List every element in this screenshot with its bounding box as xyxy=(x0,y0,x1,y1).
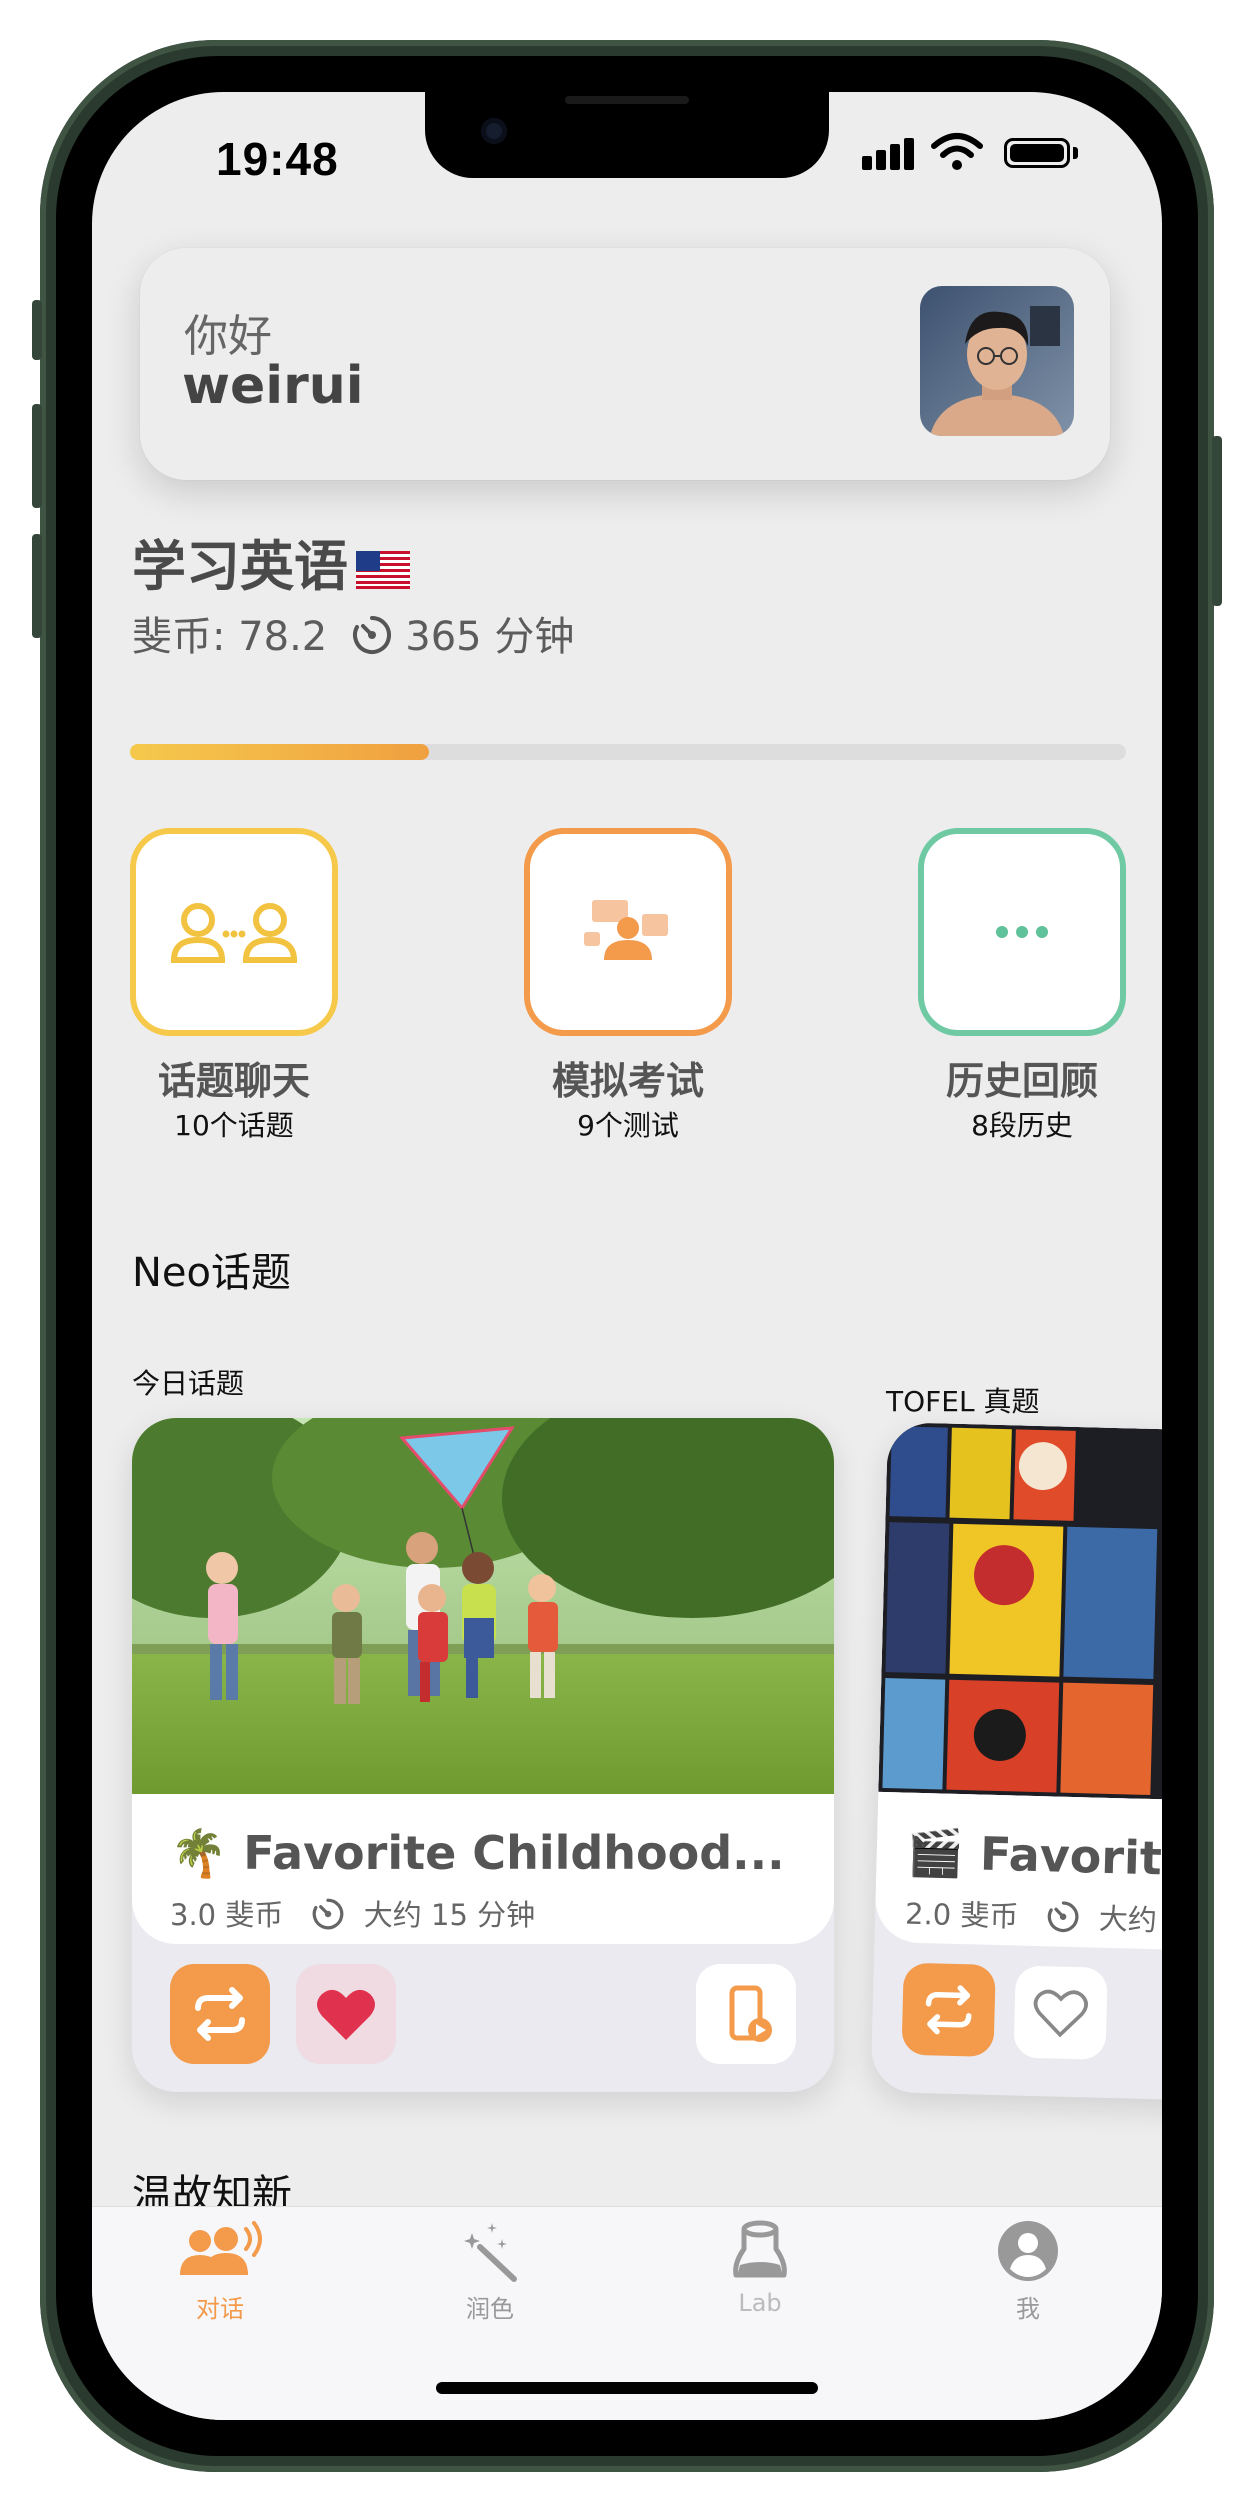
exam-presentation-icon xyxy=(584,900,668,960)
tofel-title-text: Favorite xyxy=(979,1826,1162,1887)
mock-exam-tile[interactable] xyxy=(524,828,732,1036)
shuffle-icon xyxy=(925,1985,972,2035)
topic-chat-label: 话题聊天 xyxy=(157,1059,310,1103)
study-minutes: 365 分钟 xyxy=(405,614,575,660)
vintage-movie-posters-photo xyxy=(878,1422,1162,1806)
volume-down-button xyxy=(32,534,42,638)
topic-coins: 3.0 斐币 xyxy=(170,1898,284,1932)
coin-balance: 斐币: 78.2 xyxy=(132,614,328,660)
mock-exam-count: 9个测试 xyxy=(577,1109,679,1142)
more-dots-icon xyxy=(996,926,1048,938)
topic-title-text: Favorite Childhood... xyxy=(243,1826,785,1880)
phone-play-icon xyxy=(729,1985,772,2042)
lesson-stats: 斐币: 78.2 365 分钟 xyxy=(132,604,574,662)
today-topic-tag: 今日话题 xyxy=(132,1367,245,1400)
power-button xyxy=(1212,436,1222,606)
palm-tree-emoji: 🌴 xyxy=(170,1826,228,1880)
lesson-title: 学习英语 xyxy=(132,522,410,601)
shuffle-button[interactable] xyxy=(170,1964,270,2064)
topic-chat-tile[interactable] xyxy=(130,828,338,1036)
home-indicator[interactable] xyxy=(436,2382,818,2394)
conversation-icon xyxy=(180,2221,262,2275)
us-flag-icon xyxy=(356,551,410,590)
tab-conversation[interactable]: 对话 xyxy=(140,2219,300,2324)
heart-icon xyxy=(317,1989,375,2040)
battery-cap xyxy=(1073,147,1078,159)
cellular-signal-icon xyxy=(862,136,922,170)
lesson-title-text: 学习英语 xyxy=(132,535,348,598)
children-flying-kite-photo xyxy=(132,1418,834,1794)
tab-lab-label: Lab xyxy=(738,2289,782,2317)
topic-chat-count: 10个话题 xyxy=(174,1109,294,1142)
topic-card[interactable]: 🌴 Favorite Childhood... 3.0 斐币 大约 15 分钟 xyxy=(132,1418,834,2092)
tab-polish[interactable]: 润色 xyxy=(410,2219,570,2324)
tab-polish-label: 润色 xyxy=(466,2295,514,2323)
timer-icon xyxy=(1047,1901,1079,1933)
shuffle-icon xyxy=(195,1987,245,2041)
timer-icon xyxy=(353,616,392,654)
play-video-button[interactable] xyxy=(696,1964,796,2064)
history-review-tile[interactable] xyxy=(918,828,1126,1036)
tab-me-label: 我 xyxy=(1016,2295,1040,2323)
neo-topics-heading: Neo话题 xyxy=(132,1250,292,1296)
status-time: 19:48 xyxy=(216,133,339,185)
lesson-progress-fill xyxy=(130,744,429,760)
greeting-card[interactable]: 你好 weirui xyxy=(140,248,1110,480)
tofel-card-meta: 2.0 斐币 大约 2 xyxy=(905,1891,1162,1940)
tofel-card-title: 🎬 Favorite xyxy=(906,1825,1162,1887)
battery-icon xyxy=(1004,138,1070,168)
earpiece xyxy=(565,96,689,104)
avatar[interactable] xyxy=(920,286,1074,436)
topic-duration: 大约 15 分钟 xyxy=(363,1898,536,1932)
tab-me[interactable]: 我 xyxy=(948,2219,1108,2324)
profile-icon xyxy=(998,2221,1058,2281)
avatar-photo xyxy=(920,286,1074,436)
tab-lab[interactable]: Lab xyxy=(680,2219,840,2317)
tofel-duration: 大约 2 xyxy=(1098,1901,1162,1938)
mock-exam-label: 模拟考试 xyxy=(551,1059,704,1103)
lesson-progress-bar xyxy=(130,744,1126,760)
wifi-icon xyxy=(931,133,983,170)
timer-icon xyxy=(312,1898,343,1930)
lab-beaker-icon xyxy=(733,2220,787,2278)
tofel-topic-card[interactable]: 🎬 Favorite 2.0 斐币 大约 2 xyxy=(870,1422,1162,2106)
volume-up-button xyxy=(32,404,42,508)
chat-people-icon xyxy=(170,903,298,963)
tofel-shuffle-button[interactable] xyxy=(901,1962,996,2057)
magic-wand-icon xyxy=(464,2223,517,2282)
notch xyxy=(425,92,829,178)
tofel-favorite-button[interactable] xyxy=(1013,1965,1108,2060)
mute-switch xyxy=(32,300,42,360)
username: weirui xyxy=(182,356,364,416)
topic-card-meta: 3.0 斐币 大约 15 分钟 xyxy=(170,1892,535,1934)
history-review-label: 历史回顾 xyxy=(945,1059,1098,1103)
clapperboard-emoji: 🎬 xyxy=(906,1824,965,1881)
history-review-count: 8段历史 xyxy=(971,1109,1073,1142)
greeting-text: 你好 xyxy=(184,311,272,362)
favorite-button[interactable] xyxy=(296,1964,396,2064)
tab-conversation-label: 对话 xyxy=(196,2295,244,2323)
front-camera xyxy=(481,118,507,144)
topic-card-title: 🌴 Favorite Childhood... xyxy=(170,1826,785,1881)
tofel-coins: 2.0 斐币 xyxy=(904,1896,1019,1934)
heart-outline-icon xyxy=(1033,1989,1088,2038)
tofel-topic-tag: TOFEL 真题 xyxy=(886,1385,1040,1418)
app-screen: 19:48 你好 weirui 学习英语 斐币: 78.2 365 分钟 话题聊… xyxy=(92,92,1162,2420)
